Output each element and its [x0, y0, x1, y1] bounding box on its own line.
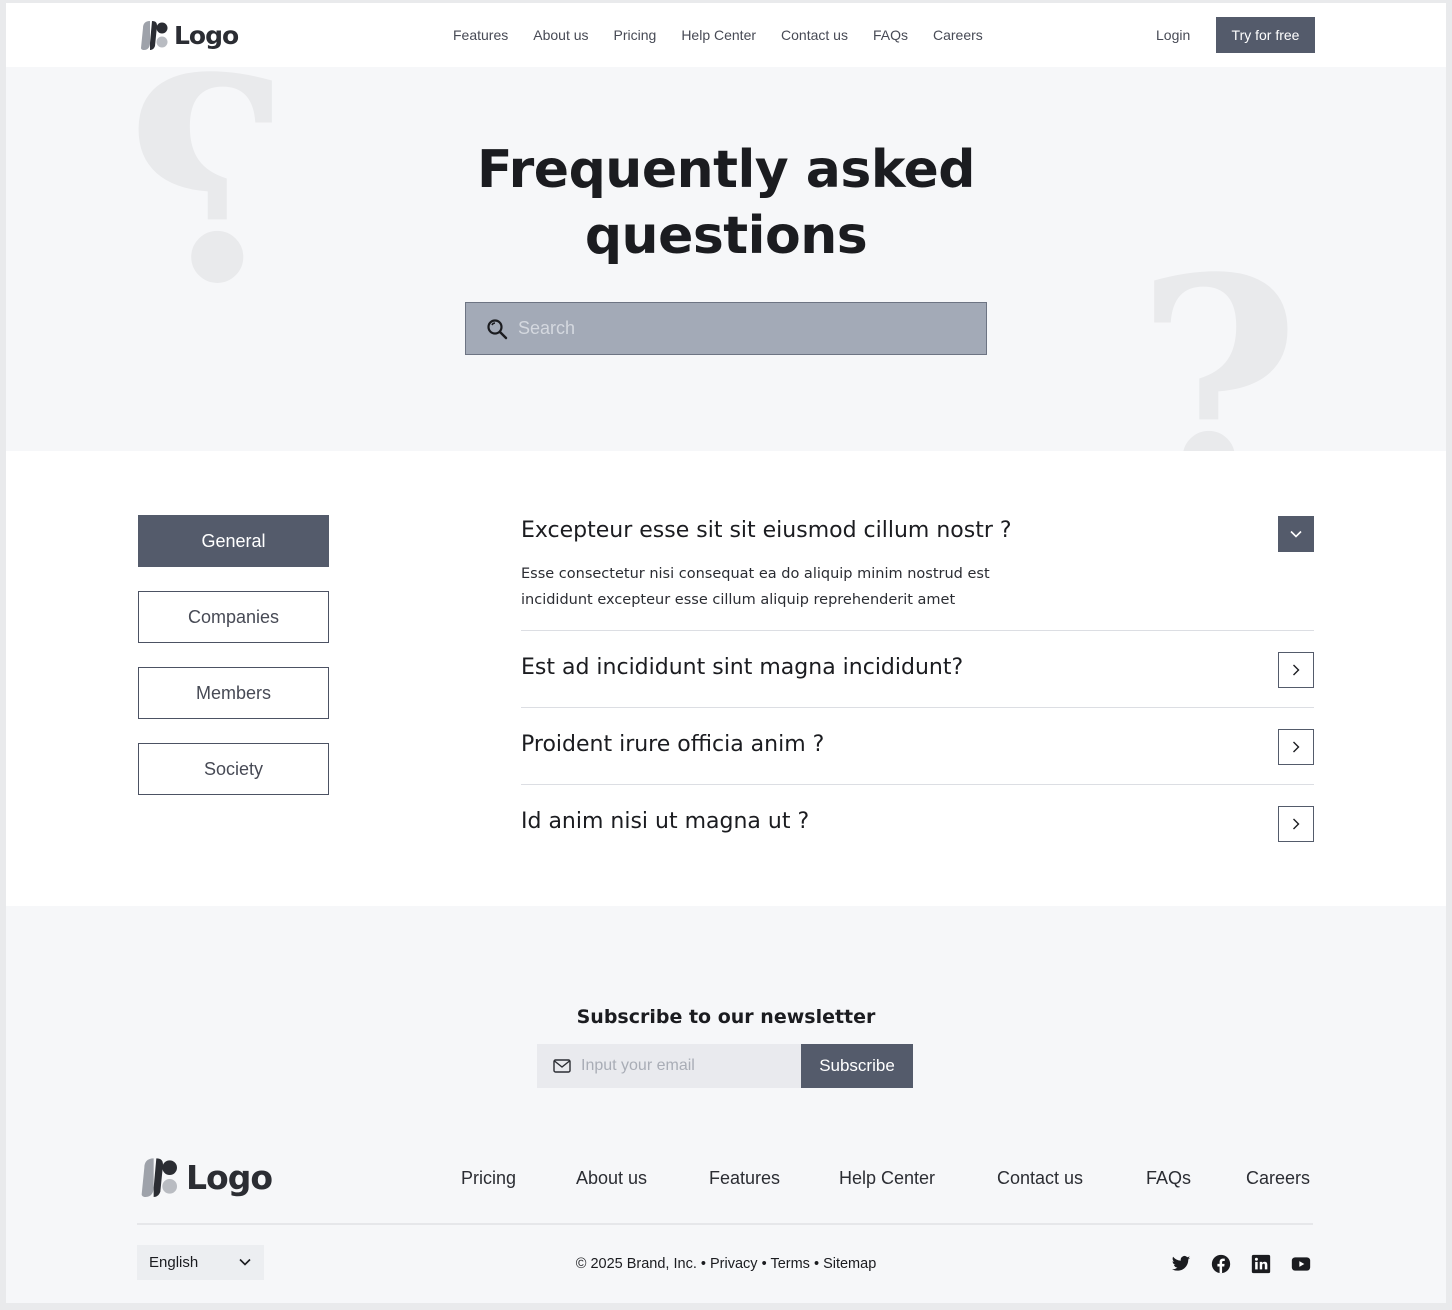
decorative-question-mark-icon: ?	[126, 67, 291, 346]
category-members-button[interactable]: Members	[138, 667, 329, 719]
login-link[interactable]: Login	[1156, 27, 1190, 43]
sitemap-link[interactable]: Sitemap	[823, 1256, 876, 1272]
faq-divider	[521, 784, 1314, 785]
page-title: Frequently asked questions	[376, 137, 1076, 269]
chevron-right-icon	[1293, 664, 1300, 676]
separator: •	[700, 1256, 706, 1272]
decorative-question-mark-icon: ?	[1136, 217, 1301, 451]
faq-divider	[521, 707, 1314, 708]
legal-links: © 2025 Brand, Inc. • Privacy • Terms • S…	[426, 1256, 1026, 1272]
page-title-line2: questions	[584, 206, 868, 266]
separator: •	[813, 1256, 820, 1272]
subscribe-button[interactable]: Subscribe	[801, 1044, 913, 1088]
nav-careers[interactable]: Careers	[933, 27, 983, 43]
email-field[interactable]	[537, 1044, 801, 1088]
main-nav: Features About us Pricing Help Center Co…	[453, 27, 983, 43]
nav-features[interactable]: Features	[453, 27, 508, 43]
logo-mark-icon	[141, 21, 168, 50]
search-icon	[487, 318, 508, 339]
expand-button[interactable]	[1278, 729, 1314, 765]
site-footer: Subscribe to our newsletter Subscribe Lo…	[6, 906, 1446, 1303]
faq-answer-line1: Esse consectetur nisi consequat ea do al…	[521, 566, 990, 582]
nav-pricing[interactable]: Pricing	[614, 27, 657, 43]
chevron-right-icon	[1293, 741, 1300, 753]
expand-button[interactable]	[1278, 652, 1314, 688]
nav-about-us[interactable]: About us	[533, 27, 588, 43]
facebook-icon[interactable]	[1211, 1254, 1231, 1274]
twitter-icon[interactable]	[1171, 1254, 1191, 1274]
category-general-button[interactable]: General	[138, 515, 329, 567]
try-for-free-button[interactable]: Try for free	[1216, 17, 1315, 53]
nav-help-center[interactable]: Help Center	[681, 27, 756, 43]
terms-link[interactable]: Terms	[770, 1256, 809, 1272]
category-society-button[interactable]: Society	[138, 743, 329, 795]
chevron-down-icon	[239, 1258, 251, 1266]
language-select[interactable]: English	[137, 1245, 264, 1280]
faq-divider	[521, 630, 1314, 631]
footer-nav-features[interactable]: Features	[709, 1168, 780, 1189]
page-title-line1: Frequently asked	[476, 140, 976, 200]
faq-answer: Esse consectetur nisi consequat ea do al…	[521, 561, 1081, 613]
nav-contact-us[interactable]: Contact us	[781, 27, 848, 43]
youtube-icon[interactable]	[1291, 1254, 1311, 1274]
footer-nav-careers[interactable]: Careers	[1246, 1168, 1310, 1189]
logo-text: Logo	[186, 1157, 273, 1197]
footer-logo[interactable]: Logo	[140, 1157, 273, 1197]
footer-nav-contact-us[interactable]: Contact us	[997, 1168, 1083, 1189]
footer-nav-pricing[interactable]: Pricing	[461, 1168, 516, 1189]
language-value: English	[149, 1254, 199, 1271]
faq-question[interactable]: Proident irure officia anim ?	[521, 732, 824, 757]
privacy-link[interactable]: Privacy	[710, 1256, 758, 1272]
search-box[interactable]	[465, 302, 987, 355]
page: Logo Features About us Pricing Help Cent…	[6, 3, 1446, 1303]
footer-divider	[137, 1223, 1313, 1225]
footer-nav-help-center[interactable]: Help Center	[839, 1168, 935, 1189]
email-input[interactable]	[581, 1057, 801, 1075]
faq-question[interactable]: Id anim nisi ut magna ut ?	[521, 809, 809, 834]
category-companies-button[interactable]: Companies	[138, 591, 329, 643]
site-header: Logo Features About us Pricing Help Cent…	[6, 3, 1446, 67]
collapse-button[interactable]	[1278, 516, 1314, 552]
linkedin-icon[interactable]	[1251, 1254, 1271, 1274]
logo-text: Logo	[174, 20, 239, 50]
copyright: © 2025 Brand, Inc.	[575, 1256, 697, 1272]
separator: •	[761, 1256, 767, 1272]
mail-icon	[553, 1059, 571, 1073]
footer-nav-faqs[interactable]: FAQs	[1146, 1168, 1191, 1189]
chevron-right-icon	[1293, 818, 1300, 830]
expand-button[interactable]	[1278, 806, 1314, 842]
search-input[interactable]	[518, 318, 958, 339]
faq-answer-line2: incididunt excepteur esse cillum aliquip…	[521, 592, 956, 608]
faq-question[interactable]: Est ad incididunt sint magna incididunt?	[521, 655, 963, 680]
chevron-down-icon	[1290, 530, 1302, 538]
faq-question[interactable]: Excepteur esse sit sit eiusmod cillum no…	[521, 518, 1012, 543]
footer-nav-about-us[interactable]: About us	[576, 1168, 647, 1189]
header-logo[interactable]: Logo	[140, 20, 239, 50]
faq-hero: ? ? Frequently asked questions	[6, 67, 1446, 451]
newsletter-title: Subscribe to our newsletter	[576, 1006, 876, 1028]
nav-faqs[interactable]: FAQs	[873, 27, 908, 43]
logo-mark-icon	[141, 1158, 177, 1197]
